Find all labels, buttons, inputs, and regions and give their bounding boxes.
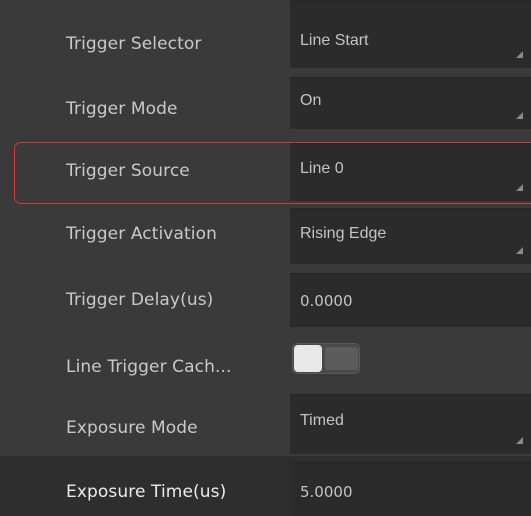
resize-grip-icon: [516, 247, 523, 254]
input-value: 0.0000: [300, 292, 353, 310]
input-value: 5.0000: [300, 483, 353, 501]
property-label: Trigger Mode: [66, 99, 178, 119]
property-row-line-trigger-cache: Line Trigger Cach...: [0, 330, 531, 394]
dropdown-value: Line 0: [300, 160, 344, 177]
toggle-switch-icon: [325, 347, 358, 370]
resize-grip-icon: [516, 184, 523, 191]
property-row-exposure-time: Exposure Time(us) 5.0000: [0, 456, 531, 516]
property-label: Trigger Delay(us): [66, 290, 214, 310]
trigger-mode-dropdown[interactable]: On: [290, 77, 531, 129]
dropdown-value: Line Start: [300, 32, 369, 49]
dropdown-value: Timed: [300, 412, 344, 429]
toggle-knob: [294, 345, 322, 372]
property-label: Trigger Activation: [66, 224, 217, 244]
resize-grip-icon: [516, 112, 523, 119]
property-row-trigger-delay: Trigger Delay(us) 0.0000: [0, 266, 531, 330]
property-row-trigger-selector: Trigger Selector Line Start: [0, 0, 531, 69]
trigger-source-dropdown[interactable]: Line 0: [290, 143, 531, 201]
property-label: Exposure Mode: [66, 418, 198, 438]
property-label: Trigger Selector: [66, 34, 202, 54]
property-row-trigger-source: Trigger Source Line 0: [0, 131, 531, 216]
trigger-activation-dropdown[interactable]: Rising Edge: [290, 208, 531, 264]
property-label: Trigger Source: [66, 161, 190, 181]
line-trigger-cache-toggle[interactable]: [292, 343, 360, 374]
camera-properties-panel: Trigger Selector Line Start Trigger Mode…: [0, 0, 531, 516]
exposure-mode-dropdown[interactable]: Timed: [290, 394, 531, 454]
property-label: Exposure Time(us): [66, 482, 227, 502]
property-row-trigger-mode: Trigger Mode On: [0, 69, 531, 131]
dropdown-value: Rising Edge: [300, 225, 387, 242]
exposure-time-input[interactable]: 5.0000: [290, 462, 531, 516]
dropdown-value: On: [300, 92, 322, 109]
trigger-delay-input[interactable]: 0.0000: [290, 273, 531, 327]
resize-grip-icon: [516, 437, 523, 444]
property-row-exposure-mode: Exposure Mode Timed: [0, 394, 531, 456]
trigger-selector-dropdown[interactable]: Line Start: [290, 0, 531, 68]
resize-grip-icon: [516, 51, 523, 58]
property-row-trigger-activation: Trigger Activation Rising Edge: [0, 208, 531, 266]
property-label: Line Trigger Cach...: [66, 357, 232, 377]
